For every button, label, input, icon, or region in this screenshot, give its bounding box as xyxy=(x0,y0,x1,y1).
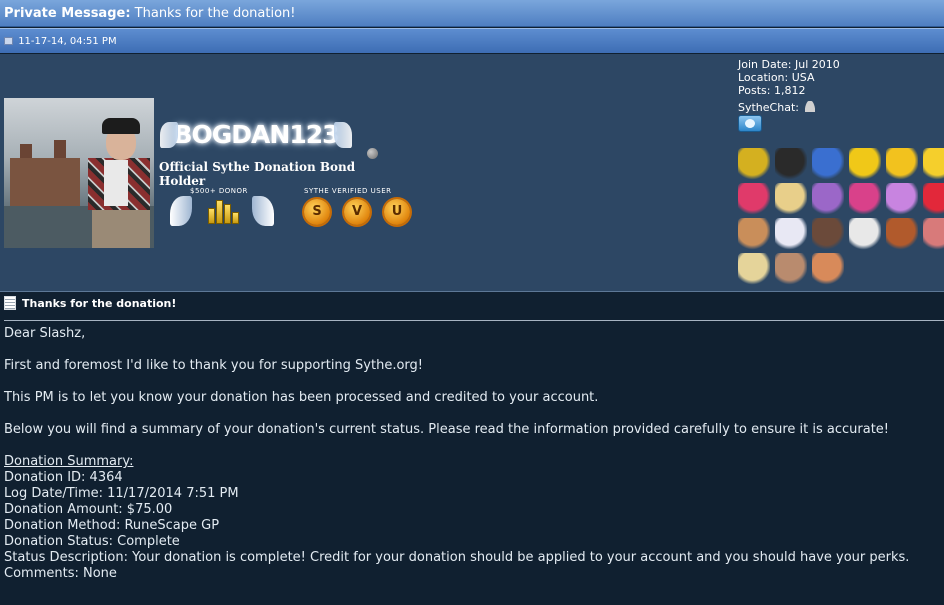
greeting: Dear Slashz, xyxy=(4,326,86,341)
avatar[interactable] xyxy=(4,98,154,248)
location: Location: USA xyxy=(738,71,815,84)
join-date: Join Date: Jul 2010 xyxy=(738,58,840,71)
anarchy-award[interactable] xyxy=(849,148,881,180)
gold-stack-icon xyxy=(206,198,240,224)
summary-line: Donation Amount: $75.00 xyxy=(4,502,173,517)
sunglasses-award[interactable] xyxy=(923,148,944,180)
summary-line: Log Date/Time: 11/17/2014 7:51 PM xyxy=(4,486,239,501)
summary-line: Status Description: Your donation is com… xyxy=(4,550,910,565)
username-link[interactable]: BOGDAN123 xyxy=(160,118,352,152)
king-award[interactable] xyxy=(738,218,770,250)
post-icon xyxy=(4,37,13,45)
message-header: Thanks for the donation! xyxy=(0,293,944,319)
message-heading: Thanks for the donation! xyxy=(22,297,177,310)
pm-title-bar: Private Message: Thanks for the donation… xyxy=(0,0,944,27)
right-wing-icon xyxy=(334,122,352,148)
svu-v-badge: V xyxy=(344,199,370,225)
pink-award[interactable] xyxy=(923,218,944,250)
pm-title-subject: Thanks for the donation! xyxy=(134,6,296,21)
gold-stack-award[interactable] xyxy=(738,148,770,180)
ghost-award[interactable] xyxy=(886,183,918,215)
left-wing-icon xyxy=(160,122,178,148)
sythechat-label: SytheChat: xyxy=(738,101,799,114)
jake-award[interactable] xyxy=(886,148,918,180)
unicorn-award[interactable] xyxy=(775,218,807,250)
divider xyxy=(4,320,944,321)
robot-award[interactable] xyxy=(775,148,807,180)
username: BOGDAN123 xyxy=(173,120,339,149)
user-icon[interactable] xyxy=(805,101,816,112)
candycane-award[interactable] xyxy=(923,183,944,215)
paragraph-1: First and foremost I'd like to thank you… xyxy=(4,358,424,373)
chef-award[interactable] xyxy=(849,218,881,250)
pony-award[interactable] xyxy=(812,183,844,215)
paragraph-3: Below you will find a summary of your do… xyxy=(4,422,890,437)
skype-icon[interactable] xyxy=(738,115,762,132)
donor-left-wing-icon xyxy=(170,196,192,226)
user-stats: Join Date: Jul 2010 Location: USA Posts:… xyxy=(738,58,840,114)
post-date: 11-17-14, 04:51 PM xyxy=(18,36,117,47)
user-title: Official Sythe Donation Bond Holder xyxy=(159,160,356,188)
blonde-award[interactable] xyxy=(775,183,807,215)
man-award[interactable] xyxy=(775,253,807,285)
penguin-award[interactable] xyxy=(812,148,844,180)
redhead-award[interactable] xyxy=(812,253,844,285)
summary-heading: Donation Summary: xyxy=(4,454,134,469)
pm-title-label: Private Message: xyxy=(4,6,131,21)
summary-line: Comments: None xyxy=(4,566,117,581)
donor-right-wing-icon xyxy=(252,196,274,226)
post-count: Posts: 1,812 xyxy=(738,84,806,97)
post-date-bar: 11-17-14, 04:51 PM xyxy=(0,28,944,53)
donor-badge-label: $500+ DONOR xyxy=(190,187,248,195)
svu-u-badge: U xyxy=(384,199,410,225)
message-body: Dear Slashz, First and foremost I'd like… xyxy=(4,326,944,582)
rainbow-award[interactable] xyxy=(738,183,770,215)
svu-s-badge: S xyxy=(304,199,330,225)
summary-line: Donation ID: 4364 xyxy=(4,470,123,485)
crystal-award[interactable] xyxy=(849,183,881,215)
monkey-award[interactable] xyxy=(886,218,918,250)
document-icon xyxy=(4,296,16,310)
summary-line: Donation Status: Complete xyxy=(4,534,180,549)
summary-line: Donation Method: RuneScape GP xyxy=(4,518,220,533)
paragraph-2: This PM is to let you know your donation… xyxy=(4,390,599,405)
sythechat-row: SytheChat: xyxy=(738,101,840,114)
svu-badge-label: SYTHE VERIFIED USER xyxy=(304,187,392,195)
face-award[interactable] xyxy=(812,218,844,250)
offline-status-icon xyxy=(367,148,378,159)
cartoon-award[interactable] xyxy=(738,253,770,285)
user-info-panel: BOGDAN123 Official Sythe Donation Bond H… xyxy=(0,54,944,292)
